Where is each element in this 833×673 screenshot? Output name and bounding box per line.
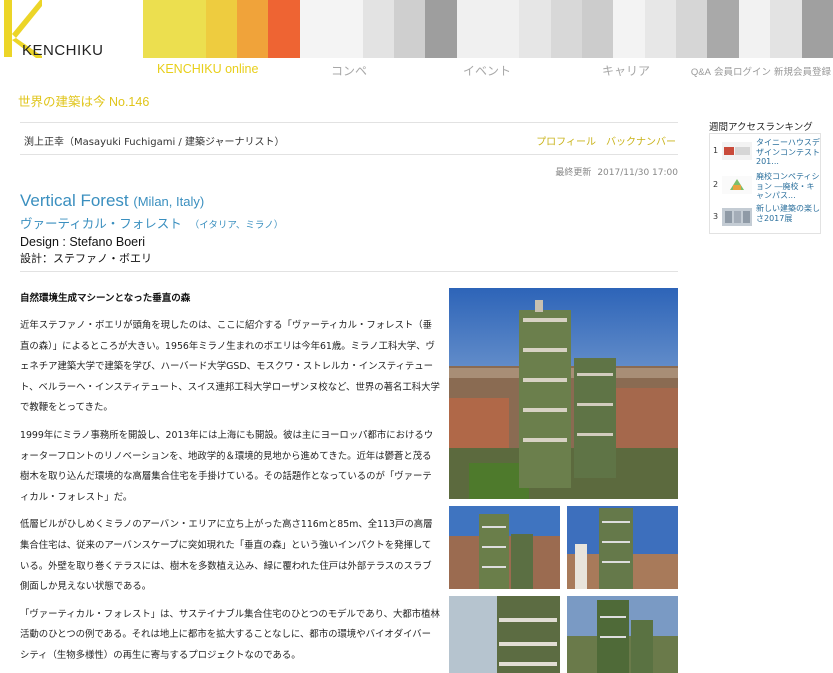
last-updated-datetime: 2017/11/30 17:00: [597, 168, 678, 178]
ranking-text: 廃校コンペティション ―廃校・キャンパス...: [756, 172, 820, 200]
header-stripe: [237, 0, 269, 58]
title-jp-place: （イタリア、ミラノ）: [189, 220, 284, 231]
nav-utility-links: Q&A 会員ログイン 新規会員登録: [688, 64, 831, 78]
nav-competition[interactable]: コンペ: [331, 62, 367, 79]
thumb-photo-3-image: [449, 596, 560, 673]
ranking-number: 2: [713, 180, 719, 189]
header-stripe: [770, 0, 802, 58]
site-header: KENCHIKU: [0, 0, 833, 60]
nav-event[interactable]: イベント: [463, 62, 511, 79]
nav-login-link[interactable]: 会員ログイン: [714, 67, 771, 78]
header-stripe: [613, 0, 645, 58]
ranking-number: 3: [713, 212, 719, 221]
last-updated-label: 最終更新: [555, 168, 592, 178]
series-title: 世界の建築は今 No.146: [18, 95, 150, 109]
author-links: プロフィール バックナンバー: [526, 133, 676, 148]
article-body: 近年ステファノ・ボエリが頭角を現したのは、ここに紹介する「ヴァーティカル・フォレ…: [20, 316, 440, 673]
author-row: 渕上正幸（Masayuki Fuchigami / 建築ジャーナリスト） プロフ…: [24, 133, 678, 148]
backnumber-link[interactable]: バックナンバー: [606, 137, 676, 148]
article-title-en: Vertical Forest (Milan, Italy): [20, 191, 204, 211]
ranking-thumb-3: [722, 208, 752, 226]
article-title-jp: ヴァーティカル・フォレスト （イタリア、ミラノ）: [20, 213, 283, 232]
header-stripe: [268, 0, 300, 58]
ranking-text: 新しい建築の楽しさ2017展: [756, 204, 820, 223]
header-stripe: [519, 0, 551, 58]
header-color-stripes: [143, 0, 833, 58]
ranking-text: タイニーハウスデザインコンテスト201...: [756, 138, 820, 166]
thumb-photo-2[interactable]: [567, 506, 678, 589]
profile-link[interactable]: プロフィール: [536, 137, 596, 148]
body-paragraph: 1999年にミラノ事務所を開設し、2013年には上海にも開設。彼は主にヨーロッパ…: [20, 429, 434, 503]
ranking-item[interactable]: 2 廃校コンペティション ―廃校・キャンパス...: [710, 170, 822, 202]
logo-text: KENCHIKU: [22, 42, 104, 59]
nav-kenchiku-online[interactable]: KENCHIKU online: [157, 62, 258, 76]
ranking-thumb-1: [722, 142, 752, 160]
body-paragraph: 低層ビルがひしめくミラノのアーバン・エリアに立ち上がった高さ116mと85m、全…: [20, 519, 433, 593]
header-stripe: [362, 0, 394, 58]
thumb-photo-4-image: [567, 596, 678, 673]
thumb-photo-2-image: [567, 506, 678, 589]
divider: [20, 122, 678, 123]
header-stripe: [487, 0, 520, 58]
header-stripe: [205, 0, 238, 58]
design-credit-en: Design : Stefano Boeri: [20, 235, 146, 249]
header-stripe: [801, 0, 833, 58]
body-paragraph: 近年ステファノ・ボエリが頭角を現したのは、ここに紹介する「ヴァーティカル・フォレ…: [20, 320, 440, 414]
header-stripe: [582, 0, 614, 58]
ranking-number: 1: [713, 146, 719, 155]
article-lead: 自然環境生成マシーンとなった垂直の森: [20, 293, 191, 304]
thumb-photo-1-image: [449, 506, 560, 589]
header-stripe: [707, 0, 739, 58]
design-credit-jp: 設計：ステファノ・ボエリ: [20, 252, 152, 265]
header-stripe: [425, 0, 457, 58]
nav-register-link[interactable]: 新規会員登録: [774, 67, 831, 78]
header-stripe: [456, 0, 488, 58]
title-en-text: Vertical Forest: [20, 191, 129, 210]
header-stripe: [393, 0, 426, 58]
body-paragraph: 「ヴァーティカル・フォレスト」は、サステイナブル集合住宅のひとつのモデルであり、…: [20, 608, 440, 661]
title-jp-text: ヴァーティカル・フォレスト: [20, 216, 182, 231]
header-stripe: [644, 0, 677, 58]
header-stripe: [143, 0, 175, 58]
divider: [20, 271, 678, 272]
header-stripe: [331, 0, 363, 58]
author-name: 渕上正幸（Masayuki Fuchigami / 建築ジャーナリスト）: [24, 137, 285, 148]
main-photo[interactable]: [449, 288, 678, 499]
nav-qa-link[interactable]: Q&A: [691, 67, 711, 78]
header-stripe: [676, 0, 708, 58]
title-en-place: (Milan, Italy): [133, 194, 205, 209]
divider: [20, 154, 678, 155]
ranking-list: 1 タイニーハウスデザインコンテスト201... 2 廃校コンペティション ―廃…: [709, 133, 821, 234]
header-stripe: [550, 0, 583, 58]
global-nav: KENCHIKU online コンペ イベント キャリア Q&A 会員ログイン新…: [0, 60, 833, 80]
thumb-photo-3[interactable]: [449, 596, 560, 673]
ranking-item[interactable]: 3 新しい建築の楽しさ2017展: [710, 202, 822, 234]
ranking-item[interactable]: 1 タイニーハウスデザインコンテスト201...: [710, 136, 822, 168]
site-logo[interactable]: KENCHIKU: [0, 0, 143, 60]
main-photo-image: [449, 288, 678, 499]
ranking-thumb-2: [722, 176, 752, 194]
last-updated: 最終更新 2017/11/30 17:00: [549, 165, 678, 178]
header-stripe: [174, 0, 206, 58]
header-stripe: [738, 0, 771, 58]
header-stripe: [299, 0, 332, 58]
nav-career[interactable]: キャリア: [602, 62, 650, 79]
ranking-title: 週間アクセスランキング: [709, 122, 813, 133]
thumb-photo-1[interactable]: [449, 506, 560, 589]
thumb-photo-4[interactable]: [567, 596, 678, 673]
